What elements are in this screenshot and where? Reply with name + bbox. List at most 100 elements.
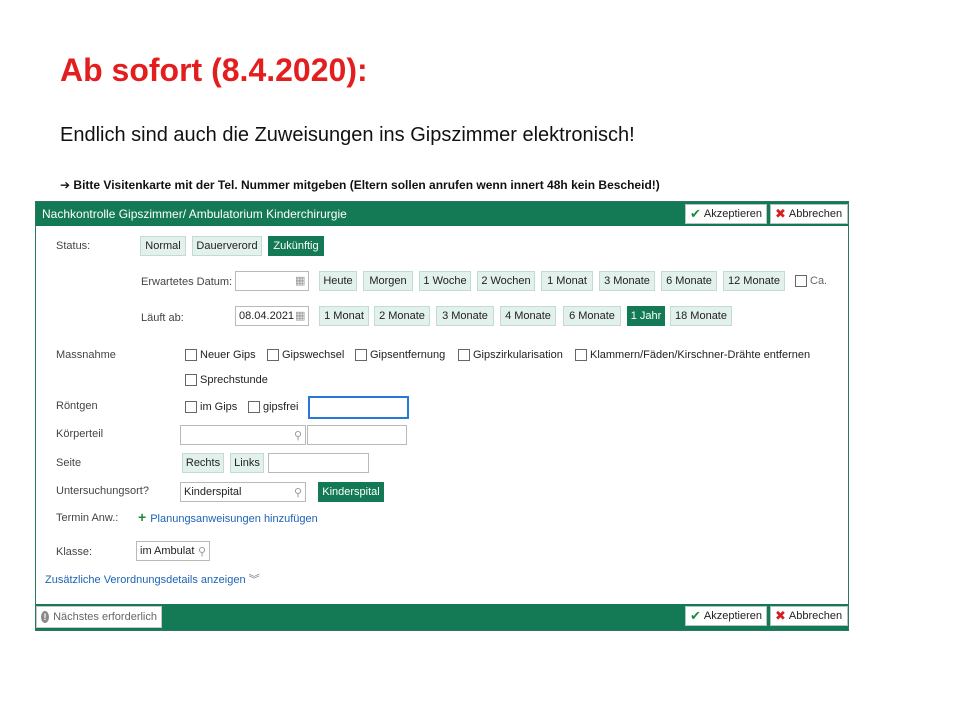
body-part-search-input[interactable]: ⚲ — [180, 425, 306, 445]
plus-icon: + — [138, 509, 147, 525]
slide-title: Ab sofort (8.4.2020): — [60, 52, 368, 88]
status-zukuenftig-button[interactable]: Zukünftig — [268, 236, 324, 256]
slide-note-text: Bitte Visitenkarte mit der Tel. Nummer m… — [73, 178, 660, 192]
next-required-button[interactable]: ! Nächstes erforderlich — [36, 606, 162, 628]
checkbox-box — [248, 401, 260, 413]
dialog-title: Nachkontrolle Gipszimmer/ Ambulatorium K… — [42, 207, 347, 221]
calendar-icon[interactable]: ▦ — [295, 274, 305, 287]
slide-subtitle: Endlich sind auch die Zuweisungen ins Gi… — [60, 124, 635, 146]
cancel-label: Abbrechen — [788, 610, 843, 622]
side-links-button[interactable]: Links — [230, 453, 264, 473]
add-planning-instructions-link[interactable]: + Planungsanweisungen hinzufügen — [138, 509, 318, 525]
cancel-button-bottom[interactable]: ✖ Abbrechen — [770, 606, 848, 626]
checkbox-label: Klammern/Fäden/Kirschner-Drähte entferne… — [590, 349, 811, 361]
checkbox-label: Gipszirkularisation — [473, 349, 563, 361]
expected-3monate-button[interactable]: 3 Monate — [599, 271, 655, 291]
side-label: Seite — [56, 457, 82, 469]
status-normal-button[interactable]: Normal — [140, 236, 186, 256]
expires-label: Läuft ab: — [141, 312, 184, 324]
expires-1jahr-button[interactable]: 1 Jahr — [627, 306, 665, 326]
location-kinderspital-button[interactable]: Kinderspital — [318, 482, 384, 502]
checkbox-label: Gipswechsel — [282, 349, 345, 361]
checkbox-label: gipsfrei — [263, 401, 299, 413]
checkbox-box — [185, 374, 197, 386]
xray-gipsfrei-checkbox[interactable]: gipsfrei — [248, 401, 298, 413]
expected-date-label: Erwartetes Datum: — [141, 276, 233, 288]
checkbox-box — [185, 401, 197, 413]
class-label: Klasse: — [56, 546, 93, 558]
side-text-input[interactable] — [268, 453, 369, 473]
expected-2wochen-button[interactable]: 2 Wochen — [477, 271, 535, 291]
check-icon: ✔ — [690, 608, 701, 623]
accept-button-bottom[interactable]: ✔ Akzeptieren — [685, 606, 767, 626]
expected-heute-button[interactable]: Heute — [319, 271, 357, 291]
double-chevron-down-icon: ︾ — [248, 574, 260, 586]
expected-1monat-button[interactable]: 1 Monat — [541, 271, 593, 291]
appointment-label: Termin Anw.: — [56, 512, 119, 524]
link-label: Zusätzliche Verordnungsdetails anzeigen — [45, 574, 246, 586]
accept-label: Akzeptieren — [703, 610, 762, 622]
measure-klammern-checkbox[interactable]: Klammern/Fäden/Kirschner-Drähte entferne… — [575, 349, 810, 361]
checkbox-label: Gipsentfernung — [370, 349, 446, 361]
checkbox-label: Sprechstunde — [200, 374, 268, 386]
cancel-label: Abbrechen — [788, 208, 843, 220]
location-search-input[interactable]: Kinderspital ⚲ — [180, 482, 306, 502]
checkbox-label: Neuer Gips — [200, 349, 256, 361]
order-dialog: Nachkontrolle Gipszimmer/ Ambulatorium K… — [35, 201, 849, 631]
measure-gipszirkularisation-checkbox[interactable]: Gipszirkularisation — [458, 349, 563, 361]
class-value: im Ambulat — [140, 545, 195, 557]
checkbox-box — [267, 349, 279, 361]
measure-sprechstunde-checkbox[interactable]: Sprechstunde — [185, 374, 268, 386]
expires-4monate-button[interactable]: 4 Monate — [500, 306, 556, 326]
dialog-footer: ! Nächstes erforderlich ✔ Akzeptieren ✖ … — [36, 604, 848, 630]
measure-gipswechsel-checkbox[interactable]: Gipswechsel — [267, 349, 344, 361]
checkbox-box — [458, 349, 470, 361]
expires-2monate-button[interactable]: 2 Monate — [374, 306, 430, 326]
expected-6monate-button[interactable]: 6 Monate — [661, 271, 717, 291]
accept-button-top[interactable]: ✔ Akzeptieren — [685, 204, 767, 224]
cancel-button-top[interactable]: ✖ Abbrechen — [770, 204, 848, 224]
checkbox-box — [355, 349, 367, 361]
class-search-input[interactable]: im Ambulat ⚲ — [136, 541, 210, 561]
search-icon[interactable]: ⚲ — [294, 486, 302, 499]
close-icon: ✖ — [775, 206, 786, 221]
status-dauerverord-button[interactable]: Dauerverord — [192, 236, 262, 256]
status-label: Status: — [56, 240, 91, 252]
expected-12monate-button[interactable]: 12 Monate — [723, 271, 785, 291]
body-part-detail-input[interactable] — [307, 425, 407, 445]
accept-label: Akzeptieren — [703, 208, 762, 220]
link-label: Planungsanweisungen hinzufügen — [150, 513, 318, 525]
checkbox-box — [575, 349, 587, 361]
expected-morgen-button[interactable]: Morgen — [363, 271, 413, 291]
slide-note: ➔ Bitte Visitenkarte mit der Tel. Nummer… — [60, 178, 660, 192]
next-required-label: Nächstes erforderlich — [53, 611, 157, 623]
calendar-icon[interactable]: ▦ — [295, 309, 305, 322]
expires-18monate-button[interactable]: 18 Monate — [670, 306, 732, 326]
expires-6monate-button[interactable]: 6 Monate — [563, 306, 621, 326]
measure-gipsentfernung-checkbox[interactable]: Gipsentfernung — [355, 349, 445, 361]
side-rechts-button[interactable]: Rechts — [182, 453, 224, 473]
xray-label: Röntgen — [56, 400, 98, 412]
ca-label: Ca. — [810, 275, 828, 287]
more-details-link[interactable]: Zusätzliche Verordnungsdetails anzeigen … — [45, 571, 260, 587]
arrow-icon: ➔ — [60, 178, 71, 192]
checkbox-box — [795, 275, 807, 287]
close-icon: ✖ — [775, 608, 786, 623]
expires-3monate-button[interactable]: 3 Monate — [436, 306, 494, 326]
body-part-label: Körperteil — [56, 428, 104, 440]
measure-neuer-gips-checkbox[interactable]: Neuer Gips — [185, 349, 256, 361]
checkbox-box — [185, 349, 197, 361]
ca-checkbox[interactable]: Ca. — [795, 275, 827, 287]
expires-1monat-button[interactable]: 1 Monat — [319, 306, 369, 326]
location-label: Untersuchungsort? — [56, 485, 149, 497]
check-icon: ✔ — [690, 206, 701, 221]
checkbox-label: im Gips — [200, 401, 238, 413]
xray-text-input[interactable] — [308, 396, 409, 419]
search-icon[interactable]: ⚲ — [198, 545, 206, 558]
search-icon[interactable]: ⚲ — [294, 429, 302, 442]
xray-im-gips-checkbox[interactable]: im Gips — [185, 401, 237, 413]
expected-1woche-button[interactable]: 1 Woche — [419, 271, 471, 291]
info-icon: ! — [41, 611, 50, 623]
dialog-titlebar: Nachkontrolle Gipszimmer/ Ambulatorium K… — [36, 202, 848, 226]
location-value: Kinderspital — [184, 486, 242, 498]
